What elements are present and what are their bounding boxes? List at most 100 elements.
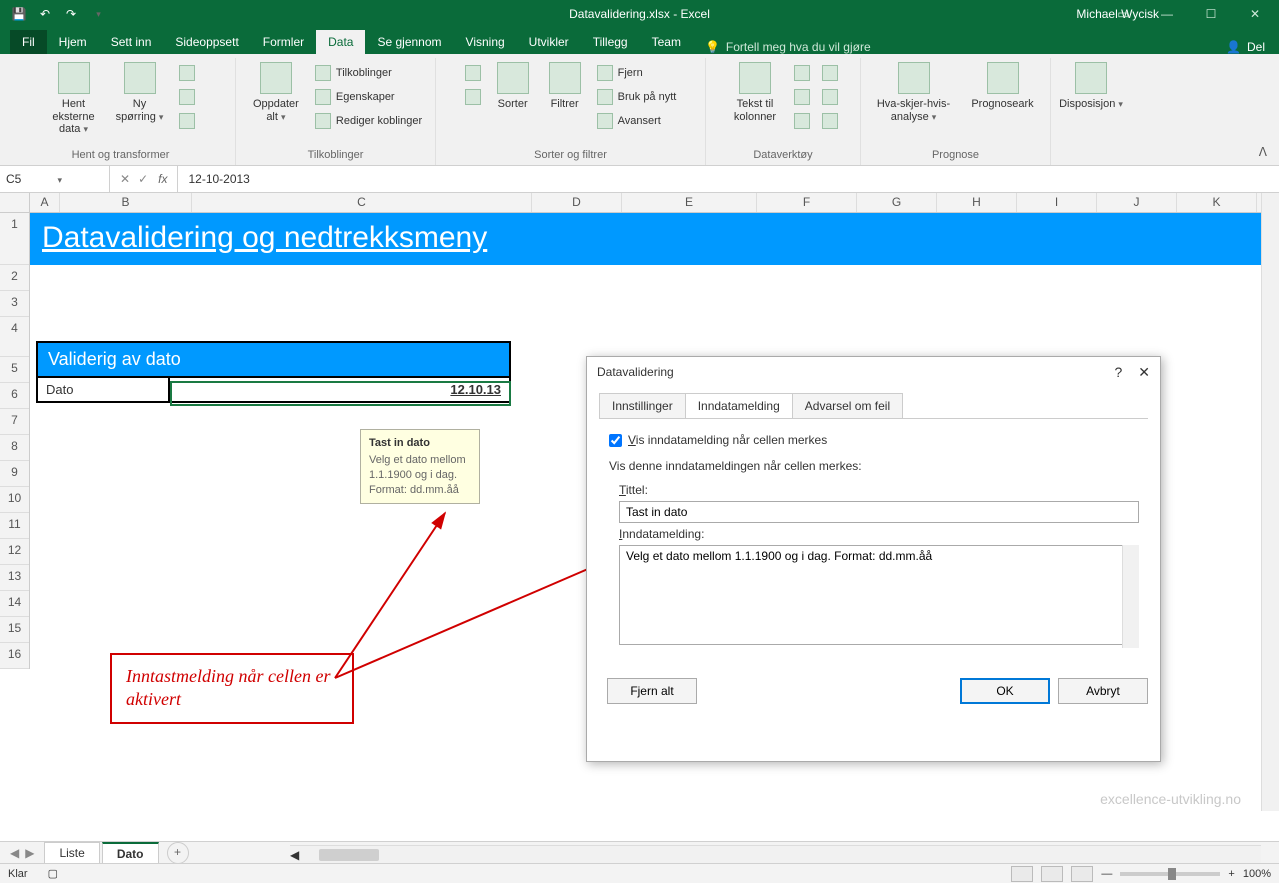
row-header-2[interactable]: 2 xyxy=(0,265,29,291)
text-to-columns-button[interactable]: Tekst til kolonner xyxy=(724,58,786,127)
row-header-16[interactable]: 16 xyxy=(0,643,29,669)
zoom-out-button[interactable]: — xyxy=(1101,868,1112,880)
sort-desc-button[interactable] xyxy=(461,86,485,108)
cell-value-dato[interactable]: 12.10.13 xyxy=(170,378,509,401)
ribbon-display-icon[interactable]: ▭ xyxy=(1103,3,1143,25)
refresh-all-button[interactable]: Oppdater alt xyxy=(245,58,307,127)
tab-file[interactable]: Fil xyxy=(10,30,47,54)
sort-asc-button[interactable] xyxy=(461,62,485,84)
relationships-button[interactable] xyxy=(818,86,842,108)
cancel-formula-icon[interactable]: ✕ xyxy=(120,172,130,186)
horizontal-scrollbar[interactable]: ◀ xyxy=(290,845,1261,863)
redo-icon[interactable]: ↷ xyxy=(62,5,80,23)
row-header-7[interactable]: 7 xyxy=(0,409,29,435)
page-layout-view-button[interactable] xyxy=(1041,866,1063,882)
help-button[interactable]: ? xyxy=(1114,364,1122,381)
connections-button[interactable]: Tilkoblinger xyxy=(311,62,426,84)
flash-fill-button[interactable] xyxy=(790,62,814,84)
tab-settings[interactable]: Innstillinger xyxy=(599,393,686,418)
clear-filter-button[interactable]: Fjern xyxy=(593,62,681,84)
column-header-G[interactable]: G xyxy=(857,193,937,212)
row-header-6[interactable]: 6 xyxy=(0,383,29,409)
from-table-button[interactable] xyxy=(175,86,199,108)
column-header-K[interactable]: K xyxy=(1177,193,1257,212)
sheet-tab-liste[interactable]: Liste xyxy=(44,842,99,863)
column-header-A[interactable]: A xyxy=(30,193,60,212)
what-if-button[interactable]: Hva-skjer-hvis-analyse xyxy=(869,58,959,127)
tab-data[interactable]: Data xyxy=(316,30,365,54)
tab-review[interactable]: Se gjennom xyxy=(365,30,453,54)
formula-value[interactable]: 12-10-2013 xyxy=(178,172,1279,186)
get-external-data-button[interactable]: Hent eksterne data xyxy=(43,58,105,140)
consolidate-button[interactable] xyxy=(818,62,842,84)
save-icon[interactable]: 💾 xyxy=(10,5,28,23)
tell-me[interactable]: 💡 Fortell meg hva du vil gjøre xyxy=(705,40,871,54)
zoom-knob[interactable] xyxy=(1168,868,1176,880)
fx-label[interactable]: fx xyxy=(158,166,178,192)
title-input[interactable] xyxy=(619,501,1139,523)
qat-customize-icon[interactable] xyxy=(88,5,106,23)
name-box[interactable]: C5 xyxy=(0,166,110,192)
tab-insert[interactable]: Sett inn xyxy=(99,30,164,54)
collapse-ribbon-icon[interactable]: ᐱ xyxy=(1259,145,1267,159)
sheet-prev-icon[interactable]: ◀ xyxy=(10,846,19,860)
zoom-slider[interactable] xyxy=(1120,872,1220,876)
edit-links-button[interactable]: Rediger koblinger xyxy=(311,110,426,132)
row-header-14[interactable]: 14 xyxy=(0,591,29,617)
tab-view[interactable]: Visning xyxy=(454,30,517,54)
data-validation-button[interactable] xyxy=(790,110,814,132)
sheet-tab-dato[interactable]: Dato xyxy=(102,842,159,864)
textarea-scrollbar[interactable] xyxy=(1122,545,1139,648)
tab-input-message[interactable]: Inndatamelding xyxy=(685,393,793,418)
tab-addins[interactable]: Tillegg xyxy=(581,30,640,54)
show-queries-button[interactable] xyxy=(175,62,199,84)
accept-formula-icon[interactable]: ✓ xyxy=(138,172,148,186)
row-header-1[interactable]: 1 xyxy=(0,213,29,265)
remove-dup-button[interactable] xyxy=(790,86,814,108)
tab-team[interactable]: Team xyxy=(640,30,693,54)
row-header-11[interactable]: 11 xyxy=(0,513,29,539)
page-break-view-button[interactable] xyxy=(1071,866,1093,882)
scroll-thumb[interactable] xyxy=(319,849,379,861)
dialog-close-button[interactable]: ✕ xyxy=(1138,364,1150,381)
filter-button[interactable]: Filtrer xyxy=(541,58,589,115)
clear-all-button[interactable]: Fjern alt xyxy=(607,678,697,704)
normal-view-button[interactable] xyxy=(1011,866,1033,882)
row-header-13[interactable]: 13 xyxy=(0,565,29,591)
show-input-message-checkbox[interactable]: Vis inndatamelding når cellen merkes xyxy=(609,433,1138,447)
column-header-J[interactable]: J xyxy=(1097,193,1177,212)
row-header-10[interactable]: 10 xyxy=(0,487,29,513)
column-header-F[interactable]: F xyxy=(757,193,857,212)
column-header-I[interactable]: I xyxy=(1017,193,1097,212)
reapply-button[interactable]: Bruk på nytt xyxy=(593,86,681,108)
sheet-next-icon[interactable]: ▶ xyxy=(25,846,34,860)
macro-record-icon[interactable]: ▢ xyxy=(48,867,58,880)
maximize-button[interactable]: ☐ xyxy=(1191,3,1231,25)
select-all-corner[interactable] xyxy=(0,193,30,213)
share-button[interactable]: 👤 Del xyxy=(1226,40,1265,54)
vertical-scrollbar[interactable] xyxy=(1261,193,1279,811)
advanced-filter-button[interactable]: Avansert xyxy=(593,110,681,132)
tab-developer[interactable]: Utvikler xyxy=(517,30,581,54)
undo-icon[interactable]: ↶ xyxy=(36,5,54,23)
dialog-titlebar[interactable]: Datavalidering ? ✕ xyxy=(587,357,1160,387)
row-header-4[interactable]: 4 xyxy=(0,317,29,357)
message-textarea[interactable]: Velg et dato mellom 1.1.1900 og i dag. F… xyxy=(619,545,1139,645)
column-header-H[interactable]: H xyxy=(937,193,1017,212)
minimize-button[interactable]: — xyxy=(1147,3,1187,25)
row-header-3[interactable]: 3 xyxy=(0,291,29,317)
row-header-9[interactable]: 9 xyxy=(0,461,29,487)
new-query-button[interactable]: Ny spørring xyxy=(109,58,171,127)
close-button[interactable]: ✕ xyxy=(1235,3,1275,25)
column-header-D[interactable]: D xyxy=(532,193,622,212)
row-header-5[interactable]: 5 xyxy=(0,357,29,383)
cancel-button[interactable]: Avbryt xyxy=(1058,678,1148,704)
ok-button[interactable]: OK xyxy=(960,678,1050,704)
outline-button[interactable]: Disposisjon xyxy=(1060,58,1122,115)
row-header-8[interactable]: 8 xyxy=(0,435,29,461)
add-sheet-button[interactable]: + xyxy=(167,842,189,864)
tab-formulas[interactable]: Formler xyxy=(251,30,316,54)
row-header-12[interactable]: 12 xyxy=(0,539,29,565)
row-header-15[interactable]: 15 xyxy=(0,617,29,643)
column-header-B[interactable]: B xyxy=(60,193,192,212)
